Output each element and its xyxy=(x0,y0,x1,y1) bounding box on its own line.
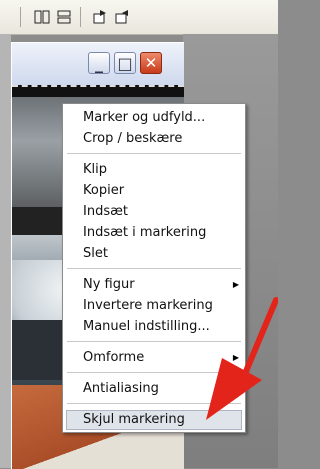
close-icon: ✕ xyxy=(144,54,158,72)
menu-item-manuel-indstilling[interactable]: Manuel indstilling... xyxy=(83,319,210,335)
toolbar xyxy=(0,0,278,35)
submenu-arrow-icon: ▶ xyxy=(232,353,239,362)
maximize-icon: □ xyxy=(117,53,133,73)
menu-item-marker-og-udfyld[interactable]: Marker og udfyld... xyxy=(83,110,205,126)
menu-item-indsaet-i-markering[interactable]: Indsæt i markering xyxy=(83,225,206,241)
menu-item-slet[interactable]: Slet xyxy=(83,246,108,262)
menu-item-crop[interactable]: Crop / beskære xyxy=(83,131,182,147)
menu-item-klip[interactable]: Klip xyxy=(83,162,107,178)
toolbar-separator xyxy=(80,7,81,27)
columns-icon[interactable] xyxy=(34,9,50,25)
context-menu: Marker og udfyld... Crop / beskære Klip … xyxy=(62,103,246,433)
split-view-icon[interactable] xyxy=(56,9,72,25)
menu-item-indsaet[interactable]: Indsæt xyxy=(83,204,128,220)
menu-separator xyxy=(67,153,241,154)
menu-item-skjul-markering[interactable]: Skjul markering xyxy=(83,412,185,428)
menu-item-antialiasing[interactable]: Antialiasing xyxy=(83,381,159,397)
desktop-background xyxy=(0,34,11,468)
submenu-arrow-icon: ▶ xyxy=(232,280,239,289)
window-titlebar[interactable]: _ □ ✕ xyxy=(12,43,184,85)
menu-separator xyxy=(67,403,241,404)
menu-item-invertere-markering[interactable]: Invertere markering xyxy=(83,298,213,314)
import-icon[interactable] xyxy=(114,9,130,25)
menu-separator xyxy=(67,268,241,269)
menu-item-kopier[interactable]: Kopier xyxy=(83,183,124,199)
minimize-button[interactable]: _ xyxy=(88,52,110,74)
menu-item-ny-figur[interactable]: Ny figur xyxy=(83,277,135,293)
menu-separator xyxy=(67,341,241,342)
toolbar-separator xyxy=(20,7,21,27)
minimize-icon: _ xyxy=(95,53,103,73)
maximize-button[interactable]: □ xyxy=(114,52,136,74)
menu-item-omforme[interactable]: Omforme xyxy=(83,350,144,366)
close-button[interactable]: ✕ xyxy=(140,52,162,74)
export-icon[interactable] xyxy=(92,9,108,25)
menu-separator xyxy=(67,372,241,373)
